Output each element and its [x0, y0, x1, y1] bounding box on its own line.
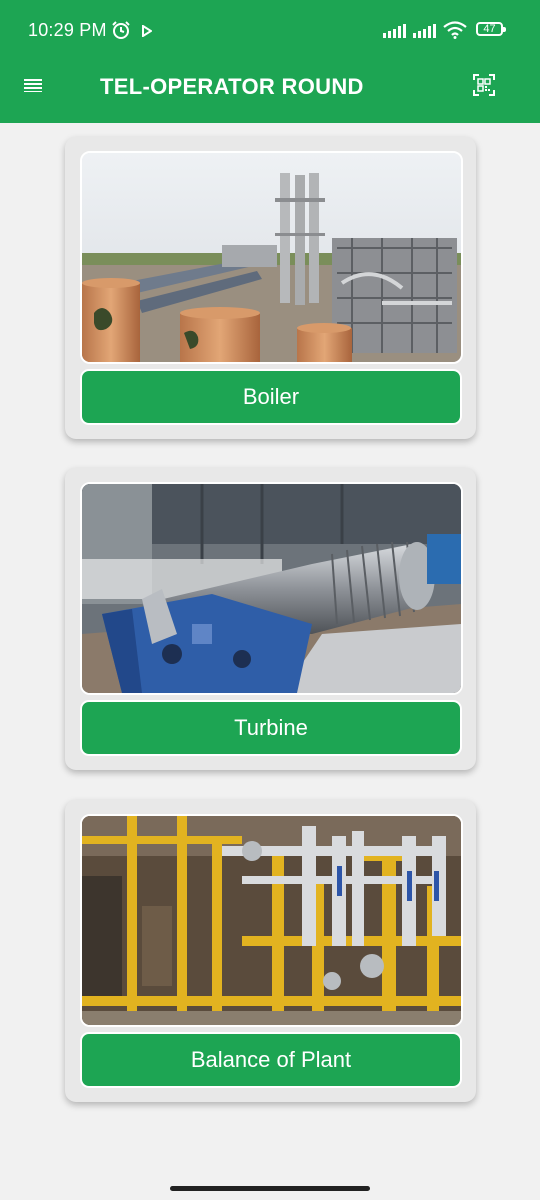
card-turbine[interactable]: Turbine: [65, 468, 476, 770]
signal-icon: [383, 24, 406, 38]
card-boiler[interactable]: Boiler: [65, 137, 476, 439]
balance-of-plant-button[interactable]: Balance of Plant: [80, 1032, 462, 1088]
qr-code-scan-icon[interactable]: [473, 74, 495, 96]
menu-icon[interactable]: [24, 78, 42, 92]
turbine-button[interactable]: Turbine: [80, 700, 462, 756]
turbine-image[interactable]: [80, 482, 463, 695]
balance-of-plant-image[interactable]: [80, 814, 463, 1027]
boiler-image[interactable]: [80, 151, 463, 364]
wifi-icon: [443, 21, 467, 39]
card-balance-of-plant[interactable]: Balance of Plant: [65, 800, 476, 1102]
card-list: Boiler Turbine Balance of Plant: [0, 123, 540, 1123]
signal-icon: [413, 24, 436, 38]
alarm-icon: [112, 21, 130, 39]
status-bar: 10:29 PM 47: [0, 0, 540, 60]
page-title: TEL-OPERATOR ROUND: [100, 74, 364, 99]
app-bar: TEL-OPERATOR ROUND: [0, 60, 540, 123]
gesture-nav-handle[interactable]: [170, 1186, 370, 1191]
boiler-button[interactable]: Boiler: [80, 369, 462, 425]
play-icon: [142, 25, 152, 37]
status-time: 10:29 PM: [28, 20, 107, 40]
battery-level: 47: [483, 23, 496, 35]
battery-icon: 47: [476, 22, 506, 36]
